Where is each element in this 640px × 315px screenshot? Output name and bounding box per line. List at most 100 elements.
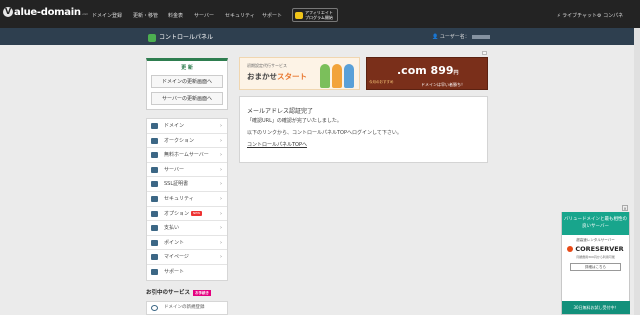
chevron-right-icon: ›	[220, 239, 222, 246]
banner-small-text: 初期設定代行サービス	[247, 63, 287, 68]
site-logo[interactable]: Value-domain.com	[3, 7, 88, 18]
sidebar-item-support[interactable]: サポート	[147, 265, 227, 280]
page-scrollbar[interactable]	[634, 28, 640, 315]
domain-icon	[151, 123, 158, 129]
top-navigation-bar: Value-domain.com ドメイン登録 更新・移管 料金表 サーバー セ…	[0, 0, 640, 28]
message-title: メールアドレス認証完了	[247, 108, 314, 115]
services-heading: お引中のサービス お手続き	[146, 288, 212, 296]
sidebar-item-label: 無料ホームサーバー	[164, 152, 209, 159]
globe-icon	[151, 305, 158, 311]
com-price-unit: 円	[453, 70, 459, 76]
sidebar-item-domain[interactable]: ドメイン ›	[147, 119, 227, 134]
user-info: 👤 ユーザー名：	[432, 33, 490, 40]
control-panel-header: コントロールパネル 👤 ユーザー名：	[0, 28, 640, 45]
nav-security[interactable]: セキュリティ	[225, 12, 255, 19]
options-icon	[151, 210, 158, 217]
banner-note: 今月のおすすめ	[369, 80, 394, 84]
support-icon	[151, 268, 158, 275]
person-illustration	[332, 64, 342, 88]
concierge-link[interactable]: ⚙ コンパネ	[597, 12, 623, 19]
service-item[interactable]: ドメインの新規登録	[146, 301, 228, 315]
message-line1: 「確認URL」の確認が完了いたしました。	[247, 118, 342, 124]
shield-icon	[151, 195, 158, 202]
new-badge: NEW	[191, 210, 203, 216]
sidebar-item-label: サポート	[164, 268, 185, 275]
control-panel-top-link[interactable]: コントロールパネルTOPへ	[247, 142, 307, 148]
sidebar-item-label: セキュリティ	[164, 195, 194, 202]
concierge-label: コンパネ	[603, 13, 624, 19]
points-icon	[151, 239, 158, 246]
coreserver-logo-text: CORESERVER	[575, 245, 624, 253]
server-renewal-button[interactable]: サーバーの更新画面へ	[151, 92, 223, 105]
verification-message-box: メールアドレス認証完了 「確認URL」の確認が完了いたしました。 以下のリンクか…	[239, 96, 488, 163]
sidebar-item-server[interactable]: サーバー ›	[147, 163, 227, 178]
server-icon	[151, 166, 158, 173]
affiliate-label: アフィリエイトプログラム開始	[305, 10, 333, 20]
ad-footer[interactable]: 30日無料お試し受付中！	[562, 301, 630, 314]
logo-v-icon: V	[3, 7, 13, 17]
omakase-start-banner[interactable]: 初期設定代行サービス おまかせスタート	[239, 57, 360, 90]
banner-sub: ドメインは早い者勝ち！	[421, 82, 465, 87]
ssl-icon	[151, 181, 158, 188]
chevron-right-icon: ›	[220, 123, 222, 129]
sidebar-item-payment[interactable]: 支払い ›	[147, 221, 227, 236]
nav-support[interactable]: サポート	[262, 12, 282, 19]
user-label: ユーザー名：	[439, 34, 470, 40]
message-line2: 以下のリンクから、コントロールパネルTOPへログインして下さい。	[247, 130, 402, 136]
coreserver-logo: CORESERVER	[562, 245, 629, 253]
renewal-box-title: 更 新	[181, 65, 193, 71]
sidebar-item-label: オークション	[164, 137, 195, 144]
sidebar-item-ssl[interactable]: SSL証明書 ›	[147, 177, 227, 192]
coreserver-dot-icon	[567, 246, 574, 252]
logo-sub: .com	[81, 12, 88, 16]
nav-pricing[interactable]: 料金表	[168, 12, 183, 19]
ad-detail-button[interactable]: 詳細はこちら	[570, 263, 621, 271]
affiliate-button[interactable]: アフィリエイトプログラム開始	[292, 8, 338, 22]
payment-icon	[151, 225, 158, 232]
sidebar-item-label: 支払い	[164, 225, 180, 232]
sidebar-item-label: ドメイン	[164, 123, 185, 129]
sidebar-item-mypage[interactable]: マイページ ›	[147, 250, 227, 265]
sidebar-item-security[interactable]: セキュリティ ›	[147, 192, 227, 207]
chevron-right-icon: ›	[220, 195, 222, 202]
chevron-right-icon: ›	[220, 166, 222, 173]
ad-header: バリュードメインと最も相性の良いサーバー	[562, 212, 629, 235]
sidebar-item-label: SSL証明書	[164, 181, 189, 188]
chevron-right-icon: ›	[220, 254, 222, 261]
nav-renewal-transfer[interactable]: 更新・移管	[133, 12, 158, 19]
live-chat-label: ライブチャット	[562, 13, 598, 19]
banner-main-b: スタート	[277, 72, 307, 81]
nav-server[interactable]: サーバー	[194, 12, 214, 19]
sidebar-item-auction[interactable]: オークション ›	[147, 134, 227, 149]
service-item-label: ドメインの新規登録	[164, 305, 205, 310]
com-price-value: .com 899	[397, 64, 454, 77]
services-badge: お手続き	[193, 289, 212, 296]
sidebar-item-label: オプション	[164, 210, 190, 217]
control-panel-title[interactable]: コントロールパネル	[148, 32, 213, 42]
domain-renewal-button[interactable]: ドメインの更新画面へ	[151, 75, 223, 88]
sidebar: 更 新 ドメインの更新画面へ サーバーの更新画面へ ドメイン › オークション › …	[146, 58, 228, 281]
sidebar-item-points[interactable]: ポイント ›	[147, 236, 227, 251]
renewal-box: 更 新 ドメインの更新画面へ サーバーの更新画面へ	[146, 58, 228, 110]
chevron-right-icon: ›	[220, 225, 222, 232]
control-panel-label: コントロールパネル	[159, 34, 214, 41]
com-campaign-banner[interactable]: .com 899円 今月のおすすめ ドメインは早い者勝ち！	[366, 57, 488, 90]
ad-small-text: 月額費用300円から利用可能	[576, 255, 615, 259]
banner-close-icon[interactable]	[482, 51, 487, 55]
banner-main-text: おまかせスタート	[247, 71, 307, 82]
banner-main-a: おまかせ	[247, 72, 277, 81]
close-icon[interactable]: ×	[622, 205, 628, 211]
free-server-icon	[151, 152, 158, 159]
control-panel-icon	[148, 33, 156, 42]
com-price: .com 899円	[397, 64, 459, 77]
sidebar-item-label: マイページ	[164, 254, 189, 261]
nav-domain-registration[interactable]: ドメイン登録	[92, 12, 122, 19]
mypage-icon	[151, 254, 158, 261]
coreserver-ad[interactable]: × バリュードメインと最も相性の良いサーバー 超高速レンタルサーバー CORES…	[561, 205, 630, 315]
username-redacted	[471, 34, 490, 39]
sidebar-item-options[interactable]: オプション NEW ›	[147, 207, 227, 222]
sidebar-item-free-server[interactable]: 無料ホームサーバー ›	[147, 148, 227, 163]
services-title: お引中のサービス	[146, 290, 191, 296]
affiliate-icon	[295, 12, 303, 19]
live-chat-link[interactable]: ⚡ ライブチャット	[557, 12, 597, 19]
